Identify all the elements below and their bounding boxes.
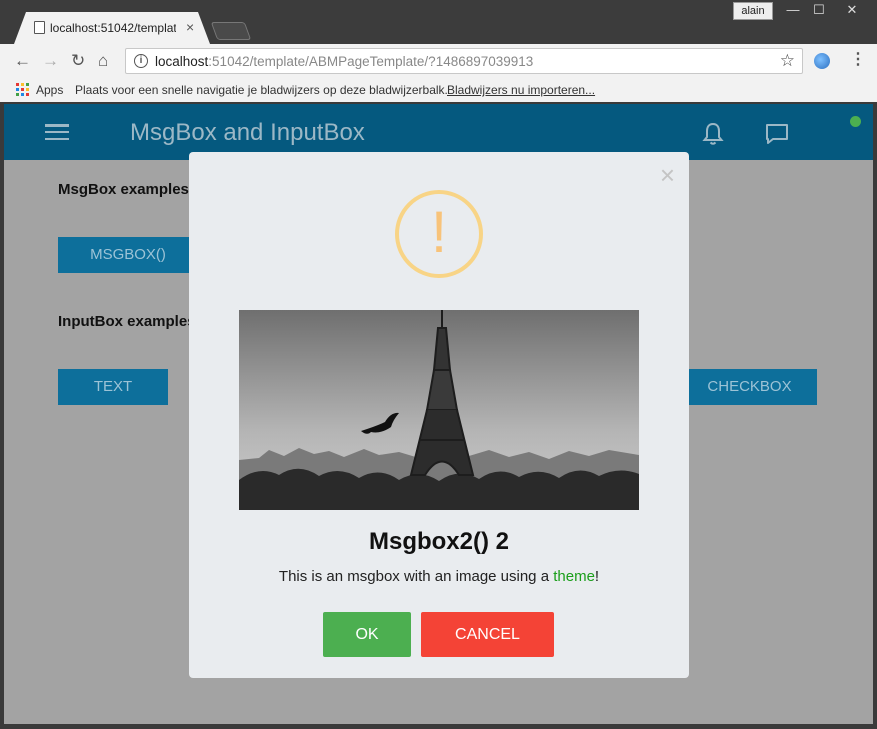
forward-arrow-icon[interactable]: → — [42, 51, 59, 71]
title-bar: localhost:51042/template × alain — ☐ ✕ — [0, 0, 877, 44]
apps-dot — [16, 83, 19, 86]
apps-dot — [26, 88, 29, 91]
msgbox-button[interactable]: MSGBOX() — [58, 237, 198, 273]
warning-icon: ! — [395, 190, 483, 278]
apps-dot — [16, 88, 19, 91]
apps-dot — [26, 93, 29, 96]
menu-icon[interactable] — [45, 124, 69, 141]
apps-link[interactable]: Apps — [36, 83, 63, 97]
dialog-message: This is an msgbox with an image using a … — [189, 568, 689, 585]
home-icon[interactable]: ⌂ — [98, 51, 108, 71]
message-end: ! — [594, 568, 600, 585]
checkbox-button[interactable]: CHECKBOX — [682, 369, 817, 405]
url-text[interactable]: localhost:51042/template/ABMPageTemplate… — [155, 54, 533, 69]
minimize-button[interactable]: — — [780, 0, 806, 20]
import-bookmarks-link[interactable]: Bladwijzers nu importeren... — [447, 83, 595, 97]
tab-close-icon[interactable]: × — [186, 19, 194, 35]
browser-menu-icon[interactable]: ⋮ — [850, 50, 866, 70]
eiffel-tower-image — [239, 310, 639, 510]
inputbox-section-heading: InputBox examples — [58, 313, 196, 330]
page-title: MsgBox and InputBox — [130, 119, 365, 146]
theme-highlight: theme — [553, 568, 595, 585]
back-arrow-icon[interactable]: ← — [14, 51, 31, 71]
apps-dot — [21, 88, 24, 91]
browser-toolbar: ← → ↻ ⌂ i localhost:51042/template/ABMPa… — [0, 44, 877, 78]
text-button[interactable]: TEXT — [58, 369, 168, 405]
reload-icon[interactable]: ↻ — [71, 51, 85, 71]
apps-dot — [26, 83, 29, 86]
dialog-title: Msgbox2() 2 — [368, 528, 509, 555]
profile-badge[interactable]: alain — [733, 2, 773, 20]
browser-tab[interactable]: localhost:51042/template × — [14, 12, 210, 44]
bookmarks-bar: Apps Plaats voor een snelle navigatie je… — [0, 78, 877, 102]
apps-dot — [21, 93, 24, 96]
apps-grid-icon[interactable] — [16, 83, 29, 96]
message-text: This is an msgbox with an image using a — [278, 568, 554, 585]
tab-title: localhost:51042/template — [50, 21, 176, 35]
ok-button[interactable]: OK — [323, 612, 411, 657]
info-icon[interactable]: i — [134, 54, 148, 68]
bookmark-star-icon[interactable]: ☆ — [780, 51, 795, 71]
close-icon[interactable]: × — [660, 162, 675, 188]
new-tab-button[interactable] — [210, 22, 252, 40]
bell-icon[interactable] — [702, 122, 724, 146]
bookmarks-hint: Plaats voor een snelle navigatie je blad… — [75, 83, 448, 97]
url-host: localhost — [155, 54, 209, 69]
address-bar[interactable]: i localhost:51042/template/ABMPageTempla… — [125, 48, 803, 74]
browser-window: localhost:51042/template × alain — ☐ ✕ ←… — [0, 0, 877, 729]
msgbox-section-heading: MsgBox examples — [58, 181, 189, 198]
msgbox-dialog: × ! Msgbox2() 2 This is an msgbox with a… — [189, 152, 689, 678]
maximize-button[interactable]: ☐ — [806, 0, 832, 20]
page-content: MsgBox and InputBox MsgBox examples MSGB… — [4, 104, 873, 724]
page-icon — [34, 21, 45, 34]
apps-dot — [21, 83, 24, 86]
apps-dot — [16, 93, 19, 96]
url-path: :51042/template/ABMPageTemplate/?1486897… — [208, 54, 534, 69]
extension-globe-icon[interactable] — [814, 53, 830, 69]
status-dot — [850, 116, 861, 127]
close-window-button[interactable]: ✕ — [832, 0, 872, 20]
chat-icon[interactable] — [764, 122, 790, 146]
cancel-button[interactable]: CANCEL — [421, 612, 554, 657]
